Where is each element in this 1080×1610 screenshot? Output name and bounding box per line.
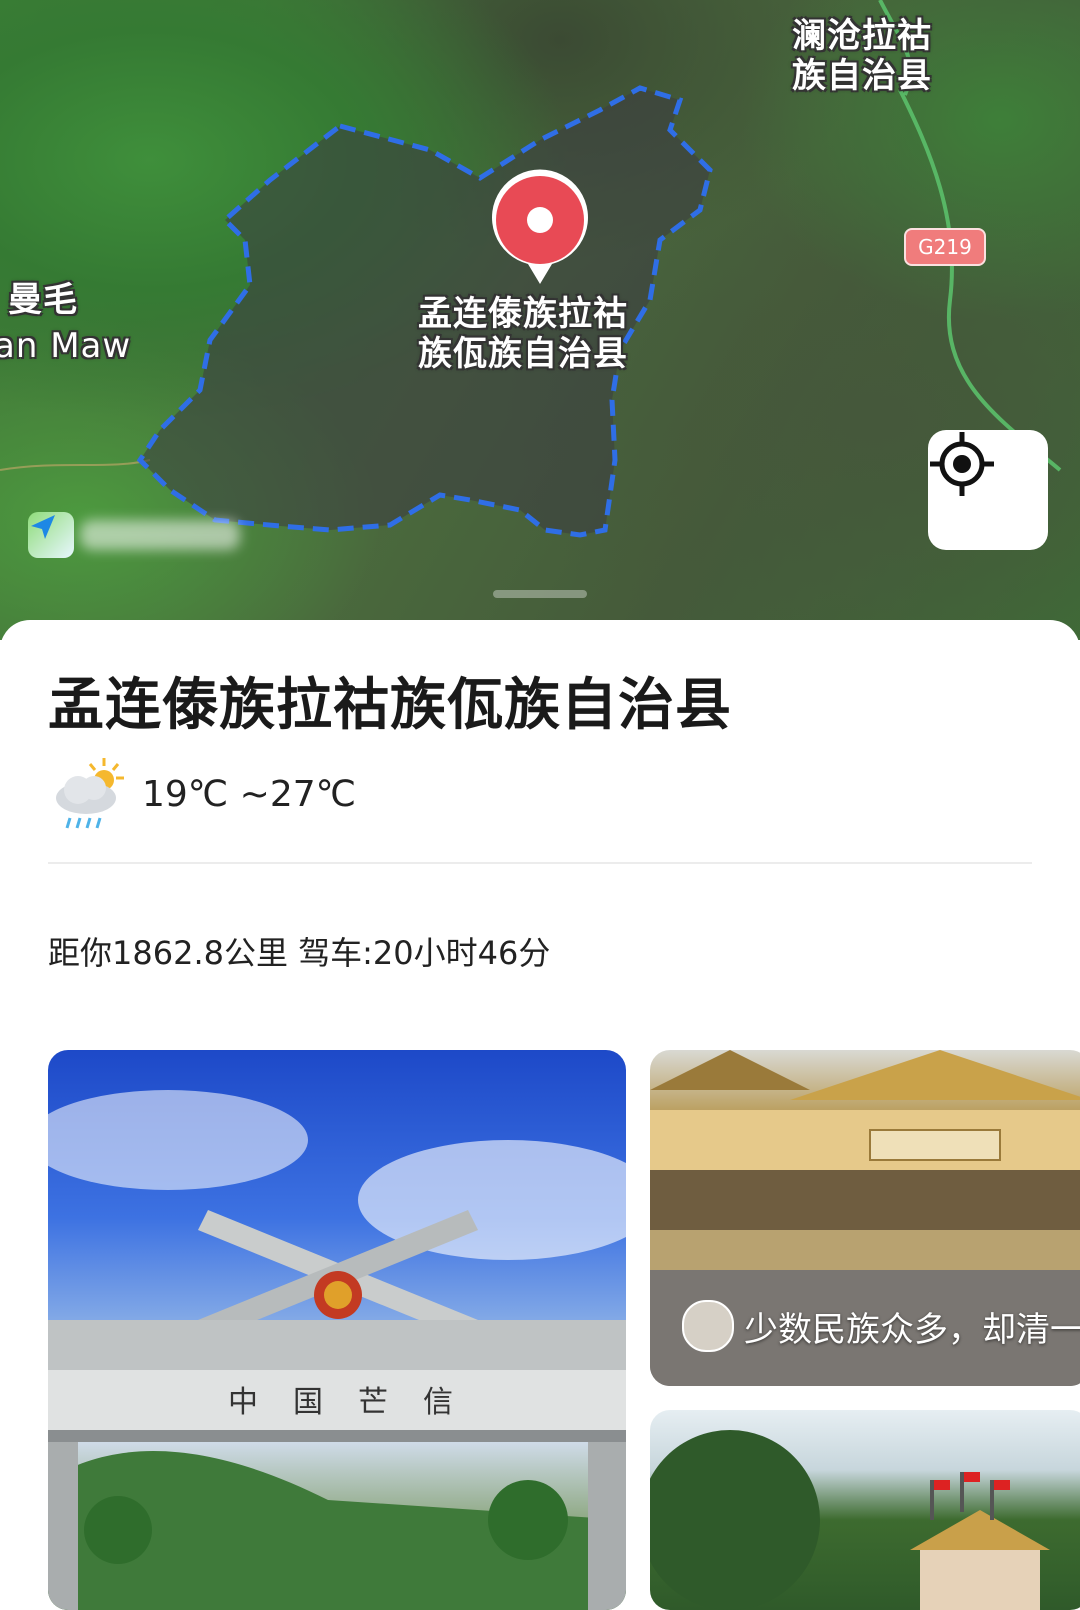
place-detail-sheet: 孟连傣族拉祜族佤族自治县 19℃ ~27℃ 距你1862.8公里 驾车:20小时… (0, 620, 1080, 1610)
svg-text:中: 中 (228, 1385, 258, 1420)
cloud-rain-sun-icon (56, 758, 124, 829)
location-pin-icon[interactable] (488, 168, 592, 286)
map-label-manmao[interactable]: 曼毛 (8, 280, 78, 320)
my-location-button[interactable] (928, 430, 1048, 550)
photo-caption: 少数民族众多，却清一 (682, 1300, 1080, 1352)
photo-town (650, 1430, 1050, 1610)
road-badge-g219: G219 (904, 228, 986, 266)
weather-row[interactable]: 19℃ ~27℃ (48, 754, 356, 834)
photo-card-border-gate[interactable]: 中 国 芒 信 (48, 1050, 626, 1610)
map-label-county[interactable]: 孟连傣族拉祜 族佤族自治县 (418, 294, 628, 374)
map-label-line: 族佤族自治县 (418, 334, 628, 375)
photo-card-town[interactable] (650, 1410, 1080, 1610)
svg-text:芒: 芒 (358, 1385, 388, 1420)
map-app-logo-icon (28, 512, 74, 558)
sheet-drag-handle[interactable] (493, 590, 587, 598)
place-title: 孟连傣族拉祜族佤族自治县 (48, 673, 732, 738)
map-label-manmaw[interactable]: an Maw (0, 326, 131, 366)
divider (48, 862, 1032, 864)
map-view[interactable]: 澜沧拉祜 族自治县 曼毛 an Maw 孟连傣族拉祜 族佤族自治县 G219 (0, 0, 1080, 640)
photo-border-gate: 中 国 芒 信 (48, 1090, 626, 1610)
map-label-line: 澜沧拉祜 (792, 16, 932, 56)
my-location-icon (930, 432, 994, 496)
map-attribution (80, 520, 240, 550)
map-label-lancang[interactable]: 澜沧拉祜 族自治县 (792, 16, 932, 96)
photo-card-dai-arch[interactable]: 少数民族众多，却清一 (650, 1050, 1080, 1386)
map-label-line: 孟连傣族拉祜 (418, 294, 628, 334)
caption-text: 少数民族众多，却清一 (744, 1309, 1080, 1350)
avatar (682, 1300, 734, 1352)
map-label-line: 族自治县 (792, 56, 932, 97)
temperature-range: 19℃ ~27℃ (142, 773, 357, 815)
distance-info: 距你1862.8公里 驾车:20小时46分 (48, 934, 551, 972)
svg-text:国: 国 (293, 1385, 323, 1420)
svg-text:信: 信 (423, 1385, 453, 1420)
